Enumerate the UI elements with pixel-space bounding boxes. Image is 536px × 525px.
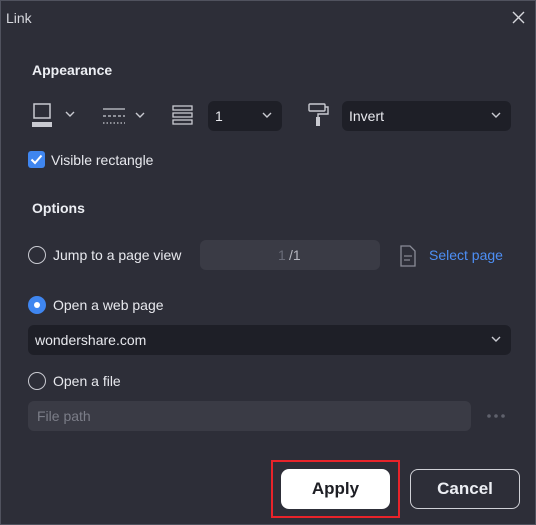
close-icon[interactable]: [509, 8, 529, 28]
line-width-value: 1: [215, 108, 223, 124]
page-current: 1: [278, 247, 286, 263]
border-color-dropdown[interactable]: [31, 101, 79, 131]
page-total: /1: [289, 247, 301, 263]
jump-to-page-label: Jump to a page view: [53, 247, 182, 263]
page-icon: [400, 245, 416, 267]
open-file-label: Open a file: [53, 373, 121, 389]
web-url-value: wondershare.com: [35, 332, 147, 348]
line-width-select[interactable]: 1: [208, 101, 282, 131]
chevron-down-icon: [65, 111, 75, 117]
visible-rectangle-label: Visible rectangle: [51, 152, 154, 168]
options-heading: Options: [32, 200, 85, 216]
open-file-radio[interactable]: [28, 372, 46, 390]
line-style-dropdown[interactable]: [102, 104, 150, 128]
border-color-icon: [32, 103, 52, 127]
apply-button[interactable]: Apply: [281, 469, 390, 509]
chevron-down-icon: [135, 112, 145, 118]
select-page-link[interactable]: Select page: [429, 247, 503, 263]
file-path-input[interactable]: File path: [28, 401, 471, 431]
chevron-down-icon: [491, 336, 501, 342]
page-number-field[interactable]: 1 /1: [200, 240, 380, 270]
highlight-mode-select[interactable]: Invert: [342, 101, 511, 131]
jump-to-page-radio[interactable]: [28, 246, 46, 264]
chevron-down-icon: [262, 112, 272, 118]
visible-rectangle-checkbox[interactable]: [28, 151, 45, 168]
web-url-combobox[interactable]: wondershare.com: [28, 325, 511, 355]
appearance-heading: Appearance: [32, 62, 113, 78]
highlight-brush-icon: [308, 103, 329, 126]
chevron-down-icon: [491, 112, 501, 118]
line-style-icon: [103, 108, 125, 124]
open-web-page-radio[interactable]: [28, 296, 46, 314]
link-dialog: Link Appearance 1 Invert Visible rectang…: [0, 0, 536, 525]
highlight-mode-value: Invert: [349, 108, 385, 124]
more-icon[interactable]: [486, 413, 506, 419]
checkbox-check-icon: [30, 154, 43, 165]
file-path-placeholder: File path: [37, 408, 91, 424]
line-width-icon: [172, 105, 193, 125]
open-web-page-label: Open a web page: [53, 297, 164, 313]
cancel-button[interactable]: Cancel: [410, 469, 520, 509]
dialog-title: Link: [6, 10, 32, 26]
